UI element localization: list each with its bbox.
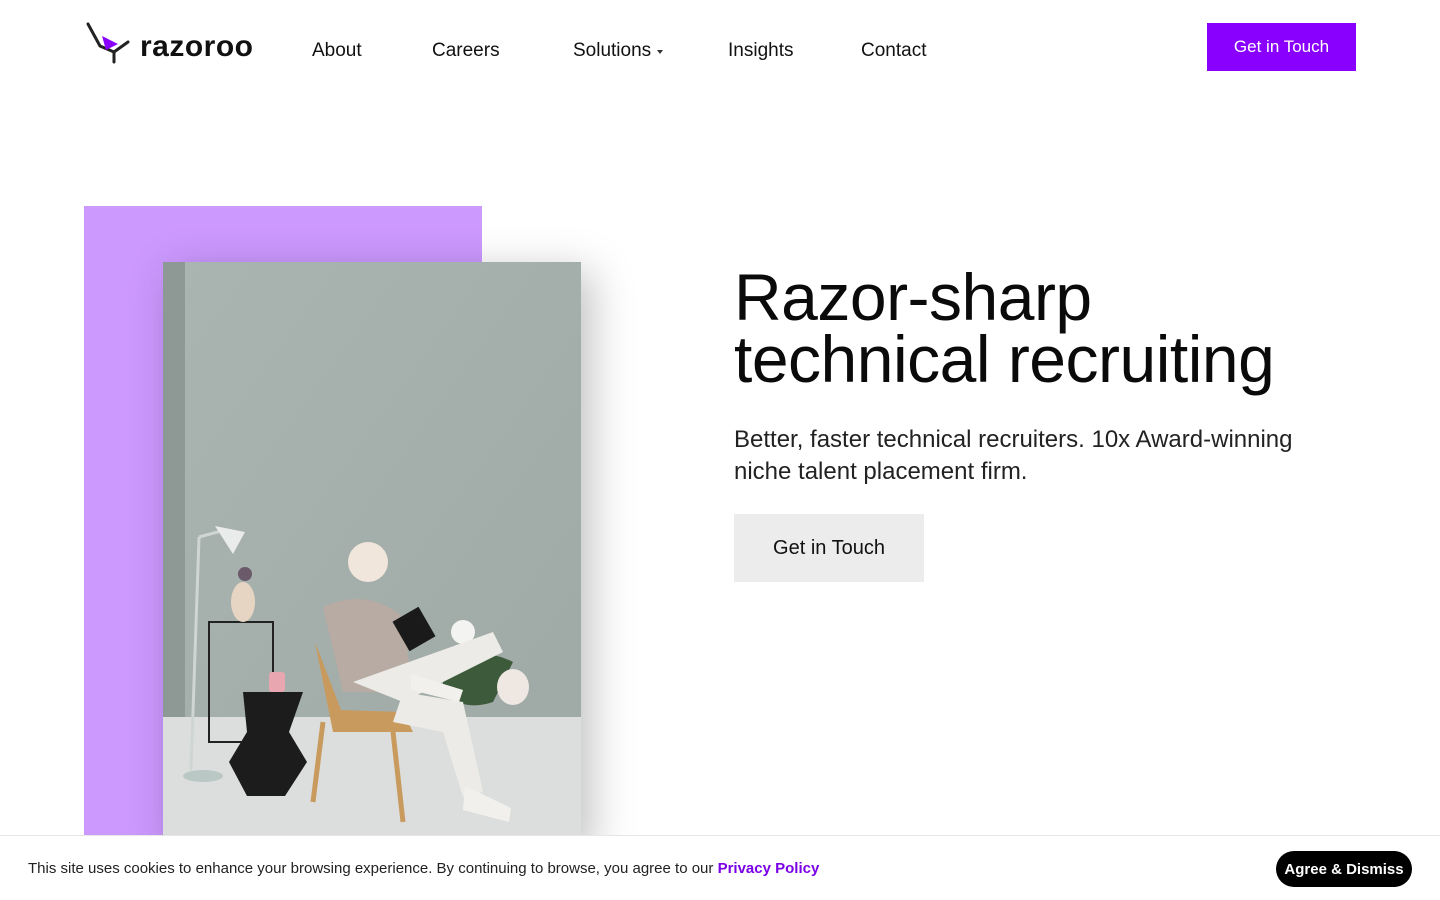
- hero-get-in-touch-button[interactable]: Get in Touch: [734, 514, 924, 582]
- chevron-down-icon: [657, 50, 664, 54]
- nav-about[interactable]: About: [312, 40, 362, 62]
- kangaroo-logo-icon: [86, 22, 130, 64]
- hero-photo-illustration: [163, 262, 581, 846]
- hero-title: Razor-sharp technical recruiting: [734, 264, 1354, 392]
- hero-photo: [163, 262, 581, 846]
- cookie-text: This site uses cookies to enhance your b…: [28, 860, 718, 877]
- cookie-message: This site uses cookies to enhance your b…: [28, 860, 819, 877]
- nav-contact[interactable]: Contact: [861, 40, 926, 62]
- hero-title-line-2: technical recruiting: [734, 322, 1275, 396]
- privacy-policy-link[interactable]: Privacy Policy: [718, 860, 820, 877]
- header-get-in-touch-button[interactable]: Get in Touch: [1207, 23, 1356, 71]
- nav-solutions-label: Solutions: [573, 40, 652, 61]
- logo-text: razoroo: [140, 30, 254, 63]
- cookie-banner: This site uses cookies to enhance your b…: [0, 835, 1440, 900]
- logo-link[interactable]: razoroo: [84, 22, 254, 66]
- nav-insights[interactable]: Insights: [728, 40, 793, 62]
- site-header: razoroo About Careers Solutions Insights…: [0, 0, 1440, 100]
- nav-solutions[interactable]: Solutions: [573, 40, 664, 62]
- nav-careers[interactable]: Careers: [432, 40, 500, 62]
- hero-subtitle: Better, faster technical recruiters. 10x…: [734, 426, 1293, 485]
- agree-dismiss-button[interactable]: Agree & Dismiss: [1276, 851, 1412, 887]
